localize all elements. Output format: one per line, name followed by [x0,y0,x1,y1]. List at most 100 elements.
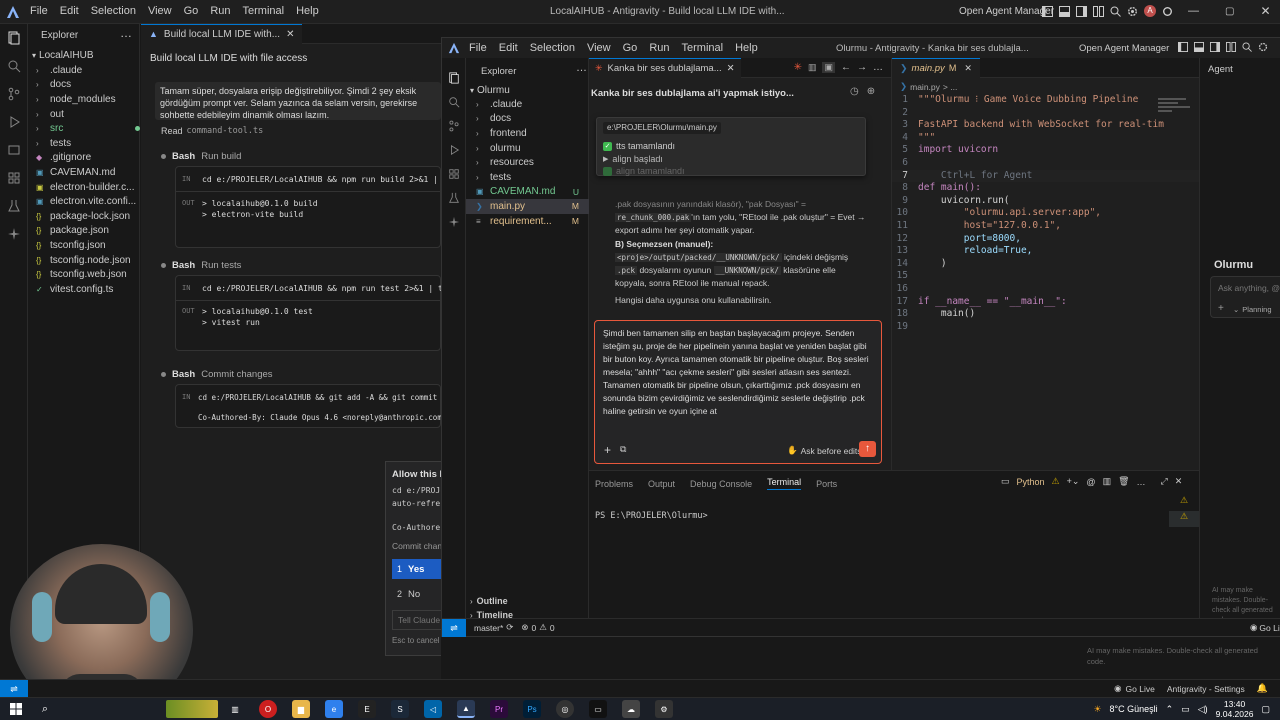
close-tab-icon[interactable]: ✕ [286,29,294,40]
history-icon[interactable]: ◷ [850,86,859,97]
trash-icon[interactable]: 🗑 [1118,476,1129,487]
code-line[interactable]: 9 uvicorn.run( [892,195,1199,208]
tree-item-main-py[interactable]: ❯ main.py M [466,199,589,214]
layout-panel-icon[interactable] [1194,42,1204,52]
lock-icon[interactable]: ▣ [822,62,835,73]
task-view-icon[interactable]: ▥ [226,700,244,718]
tree-item-olurmu[interactable]: › olurmu [466,141,589,156]
search-icon[interactable] [1110,6,1121,17]
arrow-right-icon[interactable]: → [857,62,867,73]
tree-item-claude[interactable]: › .claude [36,63,140,78]
code-line[interactable]: 17 if __name__ == "__main__": [892,296,1199,309]
code-line[interactable]: 7 Ctrl+L for Agent [892,169,1199,183]
epic-games-icon[interactable]: E [358,700,376,718]
close-tab-icon[interactable]: ✕ [964,63,972,74]
tab-output[interactable]: Output [648,479,675,489]
obs-icon[interactable]: ◎ [556,700,574,718]
menu-terminal[interactable]: Terminal [237,5,291,17]
code-line[interactable]: 10 "olurmu.api.server:app", [892,207,1199,220]
tree-item-caveman[interactable]: ▣ CAVEMAN.md [36,165,140,180]
planning-mode-select[interactable]: ⌄ Planning [1233,305,1272,314]
tree-item-tsconfig-web[interactable]: {} tsconfig.web.json [36,267,140,282]
menu-file[interactable]: File [463,42,493,54]
tree-item-claude[interactable]: › .claude [466,97,589,112]
settings-icon[interactable] [1162,6,1173,17]
menu-go[interactable]: Go [617,42,644,54]
edge-icon[interactable]: e [325,700,343,718]
clock[interactable]: 13:40 9.04.2026 [1216,699,1254,719]
tree-item-resources[interactable]: › resources [466,155,589,170]
more-icon[interactable]: … [873,62,883,73]
tree-item-tests[interactable]: › tests [466,170,589,185]
project-root[interactable]: ▾ Olurmu [470,83,510,98]
attach-icon[interactable]: ⧉ [620,444,626,455]
tree-item-electron-builder[interactable]: ▣ electron-builder.c... [36,180,140,195]
tree-item-docs[interactable]: › docs [466,112,589,127]
close-tab-icon[interactable]: ✕ [727,63,735,74]
tree-item-out[interactable]: › out [36,107,140,122]
inner-chat-tab[interactable]: ✳ Kanka bir ses dublajlama... ✕ [589,57,741,78]
allow-yes-option[interactable]: 1 Yes [392,559,442,579]
outline-section[interactable]: › Outline [470,594,508,609]
layout-customize-icon[interactable] [1093,5,1104,17]
menu-run[interactable]: Run [643,42,675,54]
menu-terminal[interactable]: Terminal [676,42,730,54]
testing-icon[interactable] [442,186,466,210]
maximize-panel-icon[interactable]: ⤢ [1161,476,1168,487]
code-area[interactable]: 1 """Olurmu ⁝ Game Voice Dubbing Pipeline… [892,94,1199,333]
tree-item-requirement[interactable]: ≡ requirement... M [466,214,589,229]
search-icon[interactable]: ⌕ [32,703,58,716]
split-icon[interactable]: ▥ [808,62,817,73]
terminal-taskbar-icon[interactable]: ▭ [589,700,607,718]
new-terminal-icon[interactable]: +⌄ [1067,476,1080,487]
code-line[interactable]: 3 FastAPI backend with WebSocket for real… [892,119,1199,132]
search-icon[interactable] [0,52,28,80]
menu-view[interactable]: View [142,5,178,17]
layout-secondary-icon[interactable] [1076,5,1087,17]
source-control-icon[interactable] [442,114,466,138]
code-line[interactable]: 6 [892,157,1199,170]
windows-start-icon[interactable] [0,698,32,720]
allow-no-option[interactable]: 2 No [392,584,442,604]
tree-item-src[interactable]: › src [36,121,140,136]
settings-gear-icon[interactable] [1258,42,1268,52]
project-root[interactable]: ▾ LocalAIHUB [32,48,93,63]
problems-indicator[interactable]: ⊗ 0 ⚠ 0 [521,622,554,633]
outer-chat-tab[interactable]: ▲ Build local LLM IDE with... ✕ [141,23,303,44]
layout-customize-icon[interactable] [1226,42,1236,52]
code-line[interactable]: 5 import uvicorn [892,144,1199,157]
cloud-app-icon[interactable]: ☁ [622,700,640,718]
settings-status[interactable]: Antigravity - Settings [1167,684,1245,694]
widget-thumbnail[interactable] [166,700,218,718]
new-chat-icon[interactable]: ⊕ [867,86,875,97]
tree-item-vitest-config[interactable]: ✓ vitest.config.ts [36,282,140,297]
ask-before-edits-toggle[interactable]: ✋ Ask before edits [787,445,862,456]
menu-help[interactable]: Help [290,5,325,17]
bash-step-commit[interactable]: Bash Commit changes [161,369,273,380]
settings-taskbar-icon[interactable]: ⚙ [655,700,673,718]
tree-item-docs[interactable]: › docs [36,78,140,93]
testing-icon[interactable] [0,192,28,220]
menu-edit[interactable]: Edit [54,5,85,17]
code-line[interactable]: 2 [892,107,1199,120]
code-line[interactable]: 13 reload=True, [892,245,1199,258]
code-line[interactable]: 14 ) [892,258,1199,271]
outer-open-agent-manager[interactable]: Open Agent Manager [959,6,1054,17]
go-live-button[interactable]: ◉ Go Live [1114,683,1155,694]
layout-panel-icon[interactable] [1059,5,1070,17]
remote-indicator-icon[interactable]: ⇌ [442,618,466,637]
premiere-icon[interactable]: Pr [490,700,508,718]
steam-icon[interactable]: S [391,700,409,718]
extensions-icon[interactable] [442,162,466,186]
search-icon[interactable] [1242,42,1252,52]
terminal-prompt[interactable]: PS E:\PROJELER\Olurmu> [595,511,708,521]
tree-item-electron-vite[interactable]: ▣ electron.vite.confi... [36,194,140,209]
arrow-left-icon[interactable]: ← [841,62,851,73]
minimize-icon[interactable]: — [1188,5,1199,17]
add-context-icon[interactable]: + [604,443,611,457]
spark-icon[interactable]: ✳ [794,62,802,73]
tree-item-tests[interactable]: › tests [36,136,140,151]
chat-input-text[interactable]: Şimdi ben tamamen silip en baştan başlay… [603,327,871,418]
vscode-icon[interactable]: ◁ [424,700,442,718]
code-line[interactable]: 15 [892,270,1199,283]
